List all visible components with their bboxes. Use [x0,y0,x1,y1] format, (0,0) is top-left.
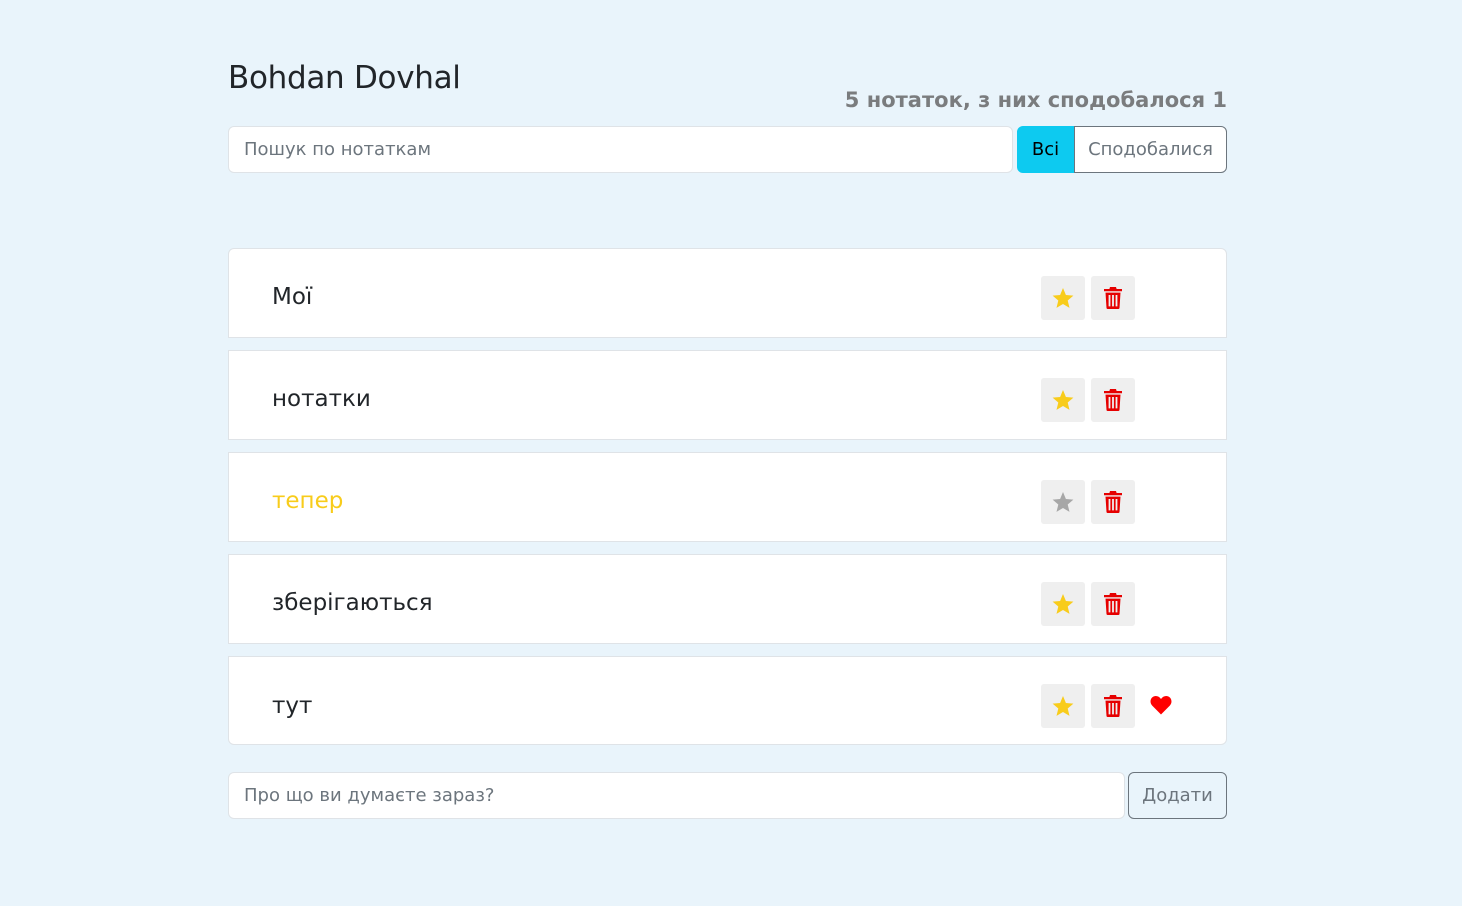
search-panel: Всі Сподобалися [228,126,1227,173]
app-title: Bohdan Dovhal [228,60,461,96]
list-item: тепер [228,452,1227,542]
star-icon [1052,491,1074,512]
list-item: зберігаються [228,554,1227,644]
trash-icon [1104,593,1122,615]
notes-stats: 5 нотаток, з них сподобалося 1 [844,88,1227,113]
filter-liked-button[interactable]: Сподобалися [1074,126,1227,173]
star-icon [1052,389,1074,410]
star-icon [1052,593,1074,614]
star-icon [1052,287,1074,308]
filter-all-button[interactable]: Всі [1017,126,1074,173]
note-label[interactable]: тут [272,657,312,755]
filter-button-group: Всі Сподобалися [1017,126,1227,173]
list-item: тут [228,656,1227,745]
delete-button[interactable] [1091,582,1135,626]
trash-icon [1104,389,1122,411]
star-button[interactable] [1041,480,1085,524]
star-button[interactable] [1041,276,1085,320]
star-button[interactable] [1041,378,1085,422]
note-label[interactable]: тепер [272,453,343,549]
list-item: Мої [228,248,1227,338]
liked-indicator [1150,695,1172,719]
list-item: нотатки [228,350,1227,440]
new-note-input[interactable] [228,772,1125,819]
app-header: Bohdan Dovhal 5 нотаток, з них сподобало… [228,56,1227,112]
trash-icon [1104,287,1122,309]
star-icon [1052,695,1074,716]
note-list: Мої нотатки тепер зберігаються тут [228,248,1227,745]
note-label[interactable]: нотатки [272,351,371,447]
search-input[interactable] [228,126,1013,173]
delete-button[interactable] [1091,276,1135,320]
add-note-form: Додати [228,772,1227,819]
delete-button[interactable] [1091,480,1135,524]
delete-button[interactable] [1091,378,1135,422]
trash-icon [1104,491,1122,513]
note-label[interactable]: Мої [272,249,312,345]
star-button[interactable] [1041,684,1085,728]
add-note-button[interactable]: Додати [1128,772,1227,819]
heart-icon [1150,696,1172,715]
star-button[interactable] [1041,582,1085,626]
note-label[interactable]: зберігаються [272,555,433,651]
trash-icon [1104,695,1122,717]
delete-button[interactable] [1091,684,1135,728]
